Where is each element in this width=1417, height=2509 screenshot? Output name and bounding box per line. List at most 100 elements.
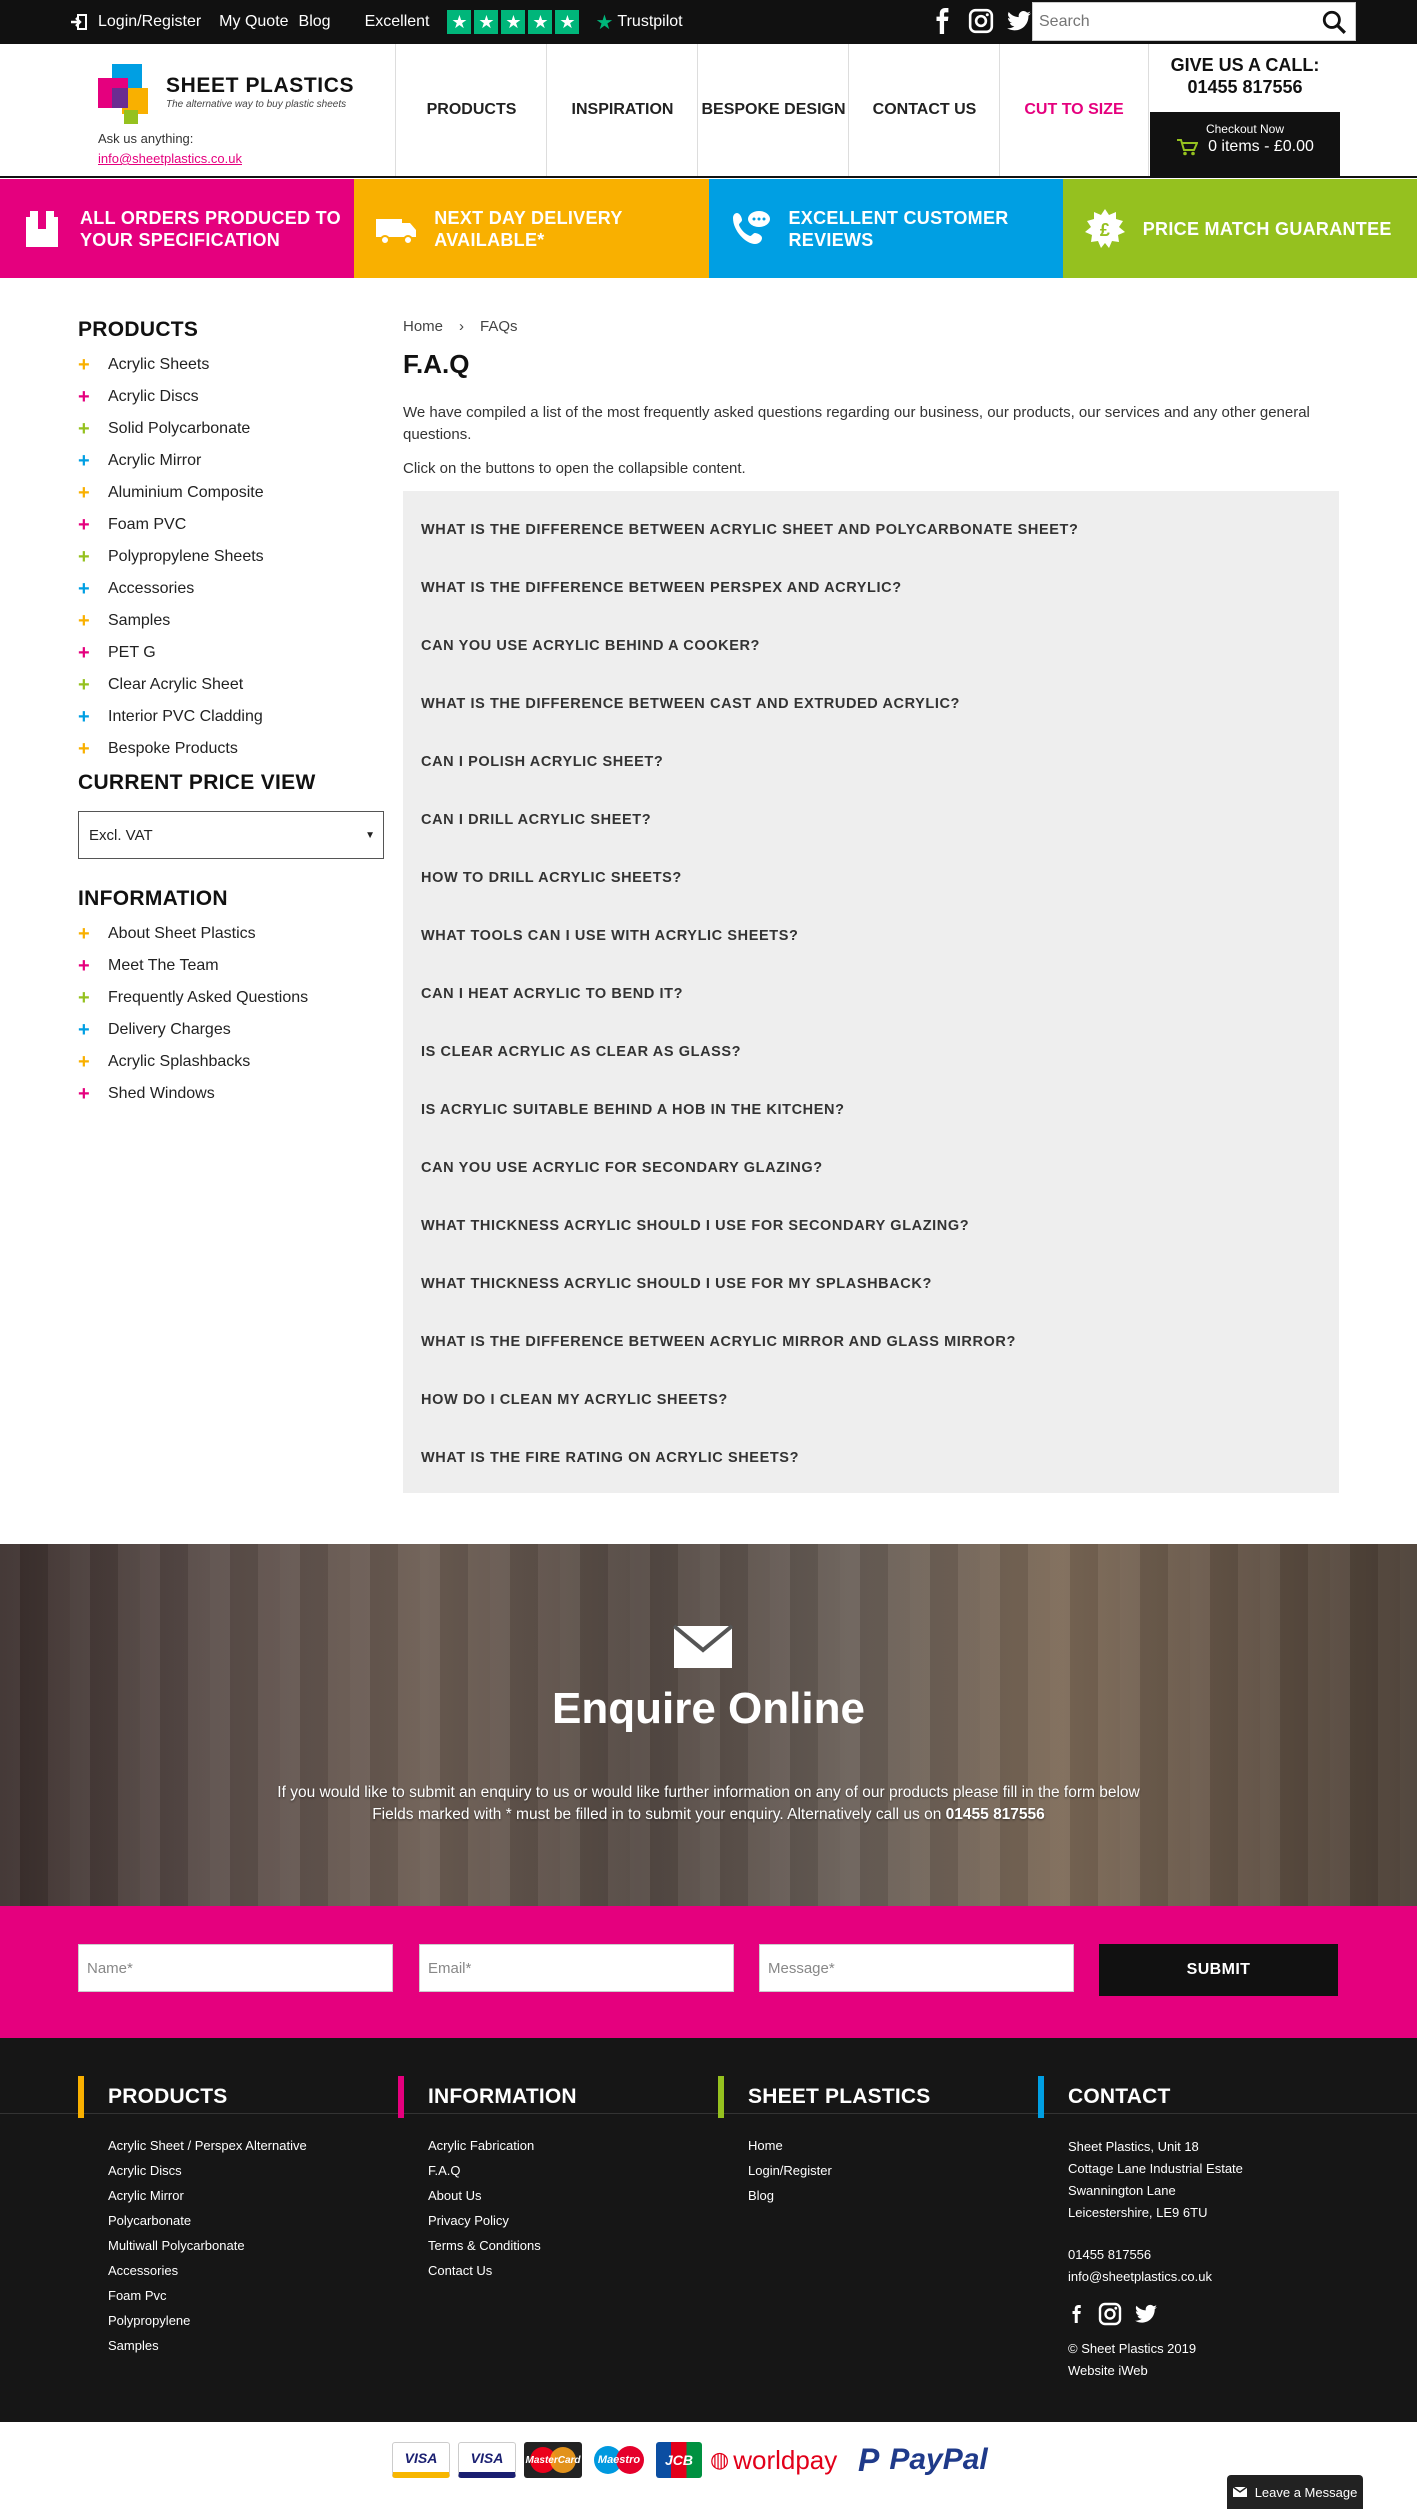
- faq-item[interactable]: WHAT IS THE DIFFERENCE BETWEEN CAST AND …: [421, 675, 1321, 733]
- submit-button[interactable]: SUBMIT: [1099, 1944, 1338, 1996]
- search-input[interactable]: [1033, 3, 1313, 40]
- faq-item[interactable]: CAN YOU USE ACRYLIC BEHIND A COOKER?: [421, 617, 1321, 675]
- facebook-icon[interactable]: [930, 8, 956, 34]
- sidebar-item-splashbacks[interactable]: + Acrylic Splashbacks: [78, 1052, 388, 1084]
- footer-link[interactable]: Home: [748, 2138, 931, 2163]
- cart-button[interactable]: Checkout Now 0 items - £0.00: [1150, 112, 1340, 176]
- search-box: [1032, 2, 1356, 41]
- nav-cut-to-size[interactable]: CUT TO SIZE: [999, 44, 1149, 176]
- footer-link[interactable]: Login/Register: [748, 2163, 931, 2188]
- instagram-icon[interactable]: [1098, 2302, 1122, 2326]
- footer-link[interactable]: Acrylic Discs: [108, 2163, 307, 2188]
- worldpay-logo: ◍ worldpay: [710, 2444, 838, 2475]
- nav-contact-us[interactable]: CONTACT US: [848, 44, 1000, 176]
- faq-item[interactable]: IS CLEAR ACRYLIC AS CLEAR AS GLASS?: [421, 1023, 1321, 1081]
- footer-link[interactable]: Acrylic Sheet / Perspex Alternative: [108, 2138, 307, 2163]
- header-email-link[interactable]: info@sheetplastics.co.uk: [98, 151, 242, 166]
- message-field[interactable]: Message*: [759, 1944, 1074, 1992]
- footer-email[interactable]: info@sheetplastics.co.uk: [1068, 2266, 1243, 2288]
- sidebar-item-acrylic-mirror[interactable]: + Acrylic Mirror: [78, 451, 388, 483]
- sidebar-item-team[interactable]: + Meet The Team: [78, 956, 388, 988]
- paypal-label: PayPal: [889, 2443, 988, 2476]
- footer-link[interactable]: Acrylic Mirror: [108, 2188, 307, 2213]
- faq-item[interactable]: WHAT IS THE DIFFERENCE BETWEEN ACRYLIC S…: [421, 501, 1321, 559]
- sidebar-item-accessories[interactable]: + Accessories: [78, 579, 388, 611]
- nav-products[interactable]: PRODUCTS: [395, 44, 547, 176]
- my-quote-link[interactable]: My Quote: [219, 13, 288, 31]
- price-view-select[interactable]: Excl. VAT ▼: [78, 811, 384, 859]
- footer-link[interactable]: Polypropylene: [108, 2313, 307, 2338]
- footer-link[interactable]: Foam Pvc: [108, 2288, 307, 2313]
- call-phone[interactable]: 01455 817556: [1150, 76, 1340, 98]
- footer-phone[interactable]: 01455 817556: [1068, 2244, 1243, 2266]
- twitter-icon[interactable]: [1134, 2302, 1158, 2326]
- footer-link[interactable]: Privacy Policy: [428, 2213, 577, 2238]
- search-icon[interactable]: [1321, 9, 1347, 35]
- faq-item[interactable]: WHAT IS THE FIRE RATING ON ACRYLIC SHEET…: [421, 1429, 1321, 1487]
- footer-link[interactable]: Acrylic Fabrication: [428, 2138, 577, 2163]
- sidebar-item-samples[interactable]: + Samples: [78, 611, 388, 643]
- footer-link[interactable]: Samples: [108, 2338, 307, 2363]
- faq-item[interactable]: CAN I HEAT ACRYLIC TO BEND IT?: [421, 965, 1321, 1023]
- email-field[interactable]: Email*: [419, 1944, 734, 1992]
- sidebar-item-polypropylene[interactable]: + Polypropylene Sheets: [78, 547, 388, 579]
- facebook-icon[interactable]: [1068, 2302, 1086, 2326]
- site-logo[interactable]: SHEET PLASTICS The alternative way to bu…: [98, 64, 354, 124]
- faq-item[interactable]: CAN I DRILL ACRYLIC SHEET?: [421, 791, 1321, 849]
- trustpilot-stars[interactable]: ★ ★ ★ ★ ★: [447, 10, 580, 34]
- faq-item[interactable]: WHAT IS THE DIFFERENCE BETWEEN ACRYLIC M…: [421, 1313, 1321, 1371]
- faq-item[interactable]: CAN I POLISH ACRYLIC SHEET?: [421, 733, 1321, 791]
- sidebar-item-delivery[interactable]: + Delivery Charges: [78, 1020, 388, 1052]
- login-link[interactable]: Login/Register: [98, 13, 201, 31]
- sidebar-item-clear-acrylic[interactable]: + Clear Acrylic Sheet: [78, 675, 388, 707]
- sidebar-item-acrylic-sheets[interactable]: + Acrylic Sheets: [78, 355, 388, 387]
- sidebar-item-bespoke[interactable]: + Bespoke Products: [78, 739, 388, 771]
- nav-inspiration[interactable]: INSPIRATION: [546, 44, 698, 176]
- usp-banner-specification[interactable]: ALL ORDERS PRODUCED TO YOUR SPECIFICATIO…: [0, 179, 355, 278]
- usp-text: NEXT DAY DELIVERY AVAILABLE*: [434, 207, 623, 250]
- faq-item[interactable]: HOW TO DRILL ACRYLIC SHEETS?: [421, 849, 1321, 907]
- footer-link[interactable]: Polycarbonate: [108, 2213, 307, 2238]
- breadcrumb-home[interactable]: Home: [403, 318, 443, 335]
- trustpilot-rating-word: Excellent: [364, 13, 430, 30]
- sidebar-item-foam-pvc[interactable]: + Foam PVC: [78, 515, 388, 547]
- nav-bespoke-design[interactable]: BESPOKE DESIGN: [697, 44, 849, 176]
- footer-link[interactable]: Accessories: [108, 2263, 307, 2288]
- footer-information-title: INFORMATION: [428, 2085, 577, 2108]
- faq-item[interactable]: WHAT TOOLS CAN I USE WITH ACRYLIC SHEETS…: [421, 907, 1321, 965]
- sidebar-item-about[interactable]: + About Sheet Plastics: [78, 924, 388, 956]
- sidebar-item-pet-g[interactable]: + PET G: [78, 643, 388, 675]
- sidebar-item-shed-windows[interactable]: + Shed Windows: [78, 1084, 388, 1116]
- box-icon: [26, 210, 58, 247]
- footer-link[interactable]: Multiwall Polycarbonate: [108, 2238, 307, 2263]
- name-field[interactable]: Name*: [78, 1944, 393, 1992]
- instagram-icon[interactable]: [968, 8, 994, 34]
- leave-message-button[interactable]: Leave a Message: [1227, 2475, 1363, 2509]
- faq-item[interactable]: WHAT THICKNESS ACRYLIC SHOULD I USE FOR …: [421, 1197, 1321, 1255]
- sidebar-item-solid-polycarbonate[interactable]: + Solid Polycarbonate: [78, 419, 388, 451]
- footer-link[interactable]: About Us: [428, 2188, 577, 2213]
- faq-item[interactable]: WHAT IS THE DIFFERENCE BETWEEN PERSPEX A…: [421, 559, 1321, 617]
- blog-link[interactable]: Blog: [299, 13, 331, 31]
- website-credit[interactable]: Website iWeb: [1068, 2360, 1243, 2382]
- trustpilot-logo[interactable]: ★ Trustpilot: [595, 10, 682, 35]
- faq-item[interactable]: IS ACRYLIC SUITABLE BEHIND A HOB IN THE …: [421, 1081, 1321, 1139]
- twitter-icon[interactable]: [1006, 8, 1032, 34]
- call-box: GIVE US A CALL: 01455 817556: [1150, 54, 1340, 98]
- login-icon: [71, 14, 87, 30]
- faq-item[interactable]: HOW DO I CLEAN MY ACRYLIC SHEETS?: [421, 1371, 1321, 1429]
- usp-banner-price-match[interactable]: £ PRICE MATCH GUARANTEE: [1062, 179, 1417, 278]
- footer-link[interactable]: Terms & Conditions: [428, 2238, 577, 2263]
- sidebar-item-pvc-cladding[interactable]: + Interior PVC Cladding: [78, 707, 388, 739]
- sidebar-item-acrylic-discs[interactable]: + Acrylic Discs: [78, 387, 388, 419]
- footer-link[interactable]: F.A.Q: [428, 2163, 577, 2188]
- usp-banner-delivery[interactable]: NEXT DAY DELIVERY AVAILABLE*: [354, 179, 709, 278]
- faq-item[interactable]: WHAT THICKNESS ACRYLIC SHOULD I USE FOR …: [421, 1255, 1321, 1313]
- sidebar-item-aluminium-composite[interactable]: + Aluminium Composite: [78, 483, 388, 515]
- usp-banner-reviews[interactable]: EXCELLENT CUSTOMER REVIEWS: [708, 179, 1063, 278]
- sidebar-item-faq[interactable]: + Frequently Asked Questions: [78, 988, 388, 1020]
- footer-link[interactable]: Contact Us: [428, 2263, 577, 2288]
- footer-link[interactable]: Blog: [748, 2188, 931, 2213]
- faq-item[interactable]: CAN YOU USE ACRYLIC FOR SECONDARY GLAZIN…: [421, 1139, 1321, 1197]
- enquire-phone[interactable]: 01455 817556: [946, 1806, 1045, 1823]
